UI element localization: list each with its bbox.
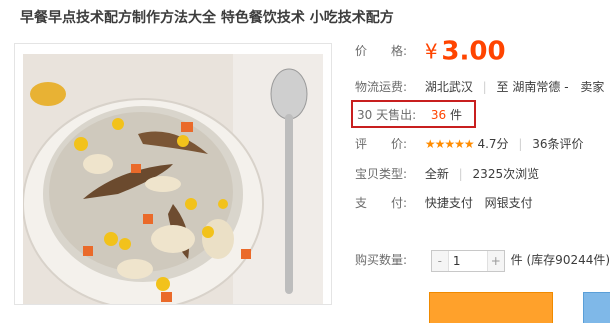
price-currency: ¥: [424, 39, 438, 64]
payment-method-quick[interactable]: 快捷支付: [425, 196, 473, 210]
price-label: 价 格:: [355, 44, 408, 58]
item-views: 2325次浏览: [472, 167, 540, 181]
item-condition: 全新: [424, 167, 449, 181]
quantity-stepper: - +: [430, 249, 505, 272]
sales-label: 30 天售出:: [357, 108, 417, 122]
shipping-from: 湖北武汉: [424, 80, 473, 94]
shipping-to: 湖南常德: [512, 80, 561, 94]
shipping-seller: 卖家: [580, 80, 605, 94]
quantity-unit: 件: [510, 253, 523, 267]
sales-count: 36: [430, 108, 447, 122]
quantity-label: 购买数量:: [355, 253, 408, 267]
shipping-row: 物流运费: 湖北武汉 | 至 湖南常德 - 卖家: [355, 76, 604, 98]
quantity-input[interactable]: [447, 250, 488, 271]
quantity-increase-button[interactable]: +: [487, 250, 504, 271]
sales-row: 30 天售出: 36 件: [357, 104, 462, 126]
shipping-label: 物流运费:: [355, 80, 408, 94]
shipping-divider: 至: [496, 80, 509, 94]
quantity-row: 购买数量: - + 件 (库存90244件): [355, 248, 610, 272]
price-row: 价 格: ¥ 3.00: [355, 39, 506, 65]
product-image-frame[interactable]: [14, 43, 332, 305]
divider: |: [518, 137, 523, 151]
item-info-row: 宝贝类型: 全新 | 2325次浏览: [355, 163, 539, 185]
star-rating-icon: ★★★★★: [424, 137, 475, 151]
payment-row: 支 付: 快捷支付 网银支付: [355, 192, 533, 214]
rating-label: 评 价:: [355, 137, 408, 151]
shipping-destination-select[interactable]: 湖南常德 -: [512, 80, 572, 94]
quantity-decrease-button[interactable]: -: [431, 250, 448, 271]
rating-score: 4.7分: [477, 137, 509, 151]
price-value: 3.00: [441, 36, 506, 67]
stock-info: (库存90244件): [526, 253, 610, 267]
divider: |: [458, 167, 463, 181]
rating-row: 评 价: ★★★★★ 4.7分 | 36条评价: [355, 133, 584, 155]
divider: |: [482, 80, 487, 94]
product-photo: [23, 54, 323, 304]
payment-method-bank[interactable]: 网银支付: [485, 196, 533, 210]
payment-label: 支 付:: [355, 196, 408, 210]
buy-now-button[interactable]: [429, 292, 553, 323]
add-to-cart-button[interactable]: [583, 292, 610, 323]
product-title: 早餐早点技术配方制作方法大全 特色餐饮技术 小吃技术配方: [20, 10, 394, 26]
shipping-chevron: -: [564, 80, 569, 94]
item-info-label: 宝贝类型:: [355, 167, 408, 181]
sales-unit: 件: [449, 108, 462, 122]
review-count-link[interactable]: 36条评价: [532, 137, 583, 151]
